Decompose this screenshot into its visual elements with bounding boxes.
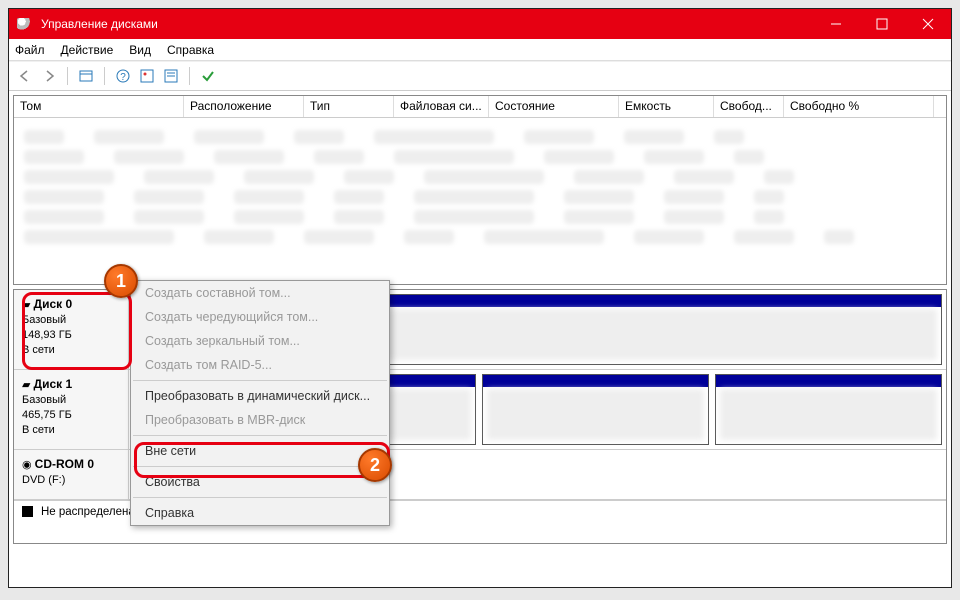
- view-icon[interactable]: [76, 66, 96, 86]
- column-header[interactable]: Том: [14, 96, 184, 117]
- context-menu-item[interactable]: Свойства: [131, 470, 389, 494]
- context-menu-item[interactable]: Преобразовать в динамический диск...: [131, 384, 389, 408]
- table-body-blurred: [14, 118, 946, 256]
- maximize-button[interactable]: [859, 9, 905, 39]
- disk-icon: ▰: [22, 299, 30, 311]
- column-header[interactable]: Тип: [304, 96, 394, 117]
- menu-view[interactable]: Вид: [129, 43, 151, 57]
- column-header[interactable]: Свобод...: [714, 96, 784, 117]
- legend-unalloc-label: Не распределена: [41, 506, 135, 518]
- close-button[interactable]: [905, 9, 951, 39]
- disk-0-label[interactable]: ▰ Диск 0 Базовый 148,93 ГБ В сети: [14, 290, 129, 369]
- menu-help[interactable]: Справка: [167, 43, 214, 57]
- context-menu-item: Преобразовать в MBR-диск: [131, 408, 389, 432]
- window-title: Управление дисками: [41, 17, 813, 31]
- menu-file[interactable]: Файл: [15, 43, 45, 57]
- context-menu: Создать составной том...Создать чередующ…: [130, 280, 390, 526]
- disk-icon: ▰: [22, 379, 30, 391]
- minimize-button[interactable]: [813, 9, 859, 39]
- titlebar[interactable]: Управление дисками: [9, 9, 951, 39]
- disk-1-label[interactable]: ▰ Диск 1 Базовый 465,75 ГБ В сети: [14, 370, 129, 449]
- column-header[interactable]: Расположение: [184, 96, 304, 117]
- table-header: ТомРасположениеТипФайловая си...Состояни…: [14, 96, 946, 118]
- context-menu-item: Создать том RAID-5...: [131, 353, 389, 377]
- column-header[interactable]: Свободно %: [784, 96, 934, 117]
- check-icon[interactable]: [198, 66, 218, 86]
- volume-table: ТомРасположениеТипФайловая си...Состояни…: [13, 95, 947, 285]
- tool-icon-2[interactable]: [161, 66, 181, 86]
- context-menu-item[interactable]: Вне сети: [131, 439, 389, 463]
- menubar: Файл Действие Вид Справка: [9, 39, 951, 61]
- svg-text:?: ?: [120, 72, 126, 83]
- context-menu-item: Создать чередующийся том...: [131, 305, 389, 329]
- column-header[interactable]: Файловая си...: [394, 96, 489, 117]
- toolbar: ?: [9, 61, 951, 91]
- badge-1: 1: [104, 264, 138, 298]
- back-button[interactable]: [15, 66, 35, 86]
- context-menu-item: Создать зеркальный том...: [131, 329, 389, 353]
- column-header[interactable]: Состояние: [489, 96, 619, 117]
- legend-unalloc-swatch: [22, 506, 33, 517]
- cdrom-icon: ◉: [22, 459, 32, 471]
- column-header[interactable]: Емкость: [619, 96, 714, 117]
- app-icon: [17, 18, 33, 30]
- context-menu-item: Создать составной том...: [131, 281, 389, 305]
- partition-1-2[interactable]: [482, 374, 709, 445]
- forward-button[interactable]: [39, 66, 59, 86]
- help-icon[interactable]: ?: [113, 66, 133, 86]
- badge-2: 2: [358, 448, 392, 482]
- menu-action[interactable]: Действие: [61, 43, 114, 57]
- partition-1-3[interactable]: [715, 374, 942, 445]
- context-menu-item[interactable]: Справка: [131, 501, 389, 525]
- cdrom-label[interactable]: ◉ CD-ROM 0 DVD (F:): [14, 450, 129, 499]
- tool-icon-1[interactable]: [137, 66, 157, 86]
